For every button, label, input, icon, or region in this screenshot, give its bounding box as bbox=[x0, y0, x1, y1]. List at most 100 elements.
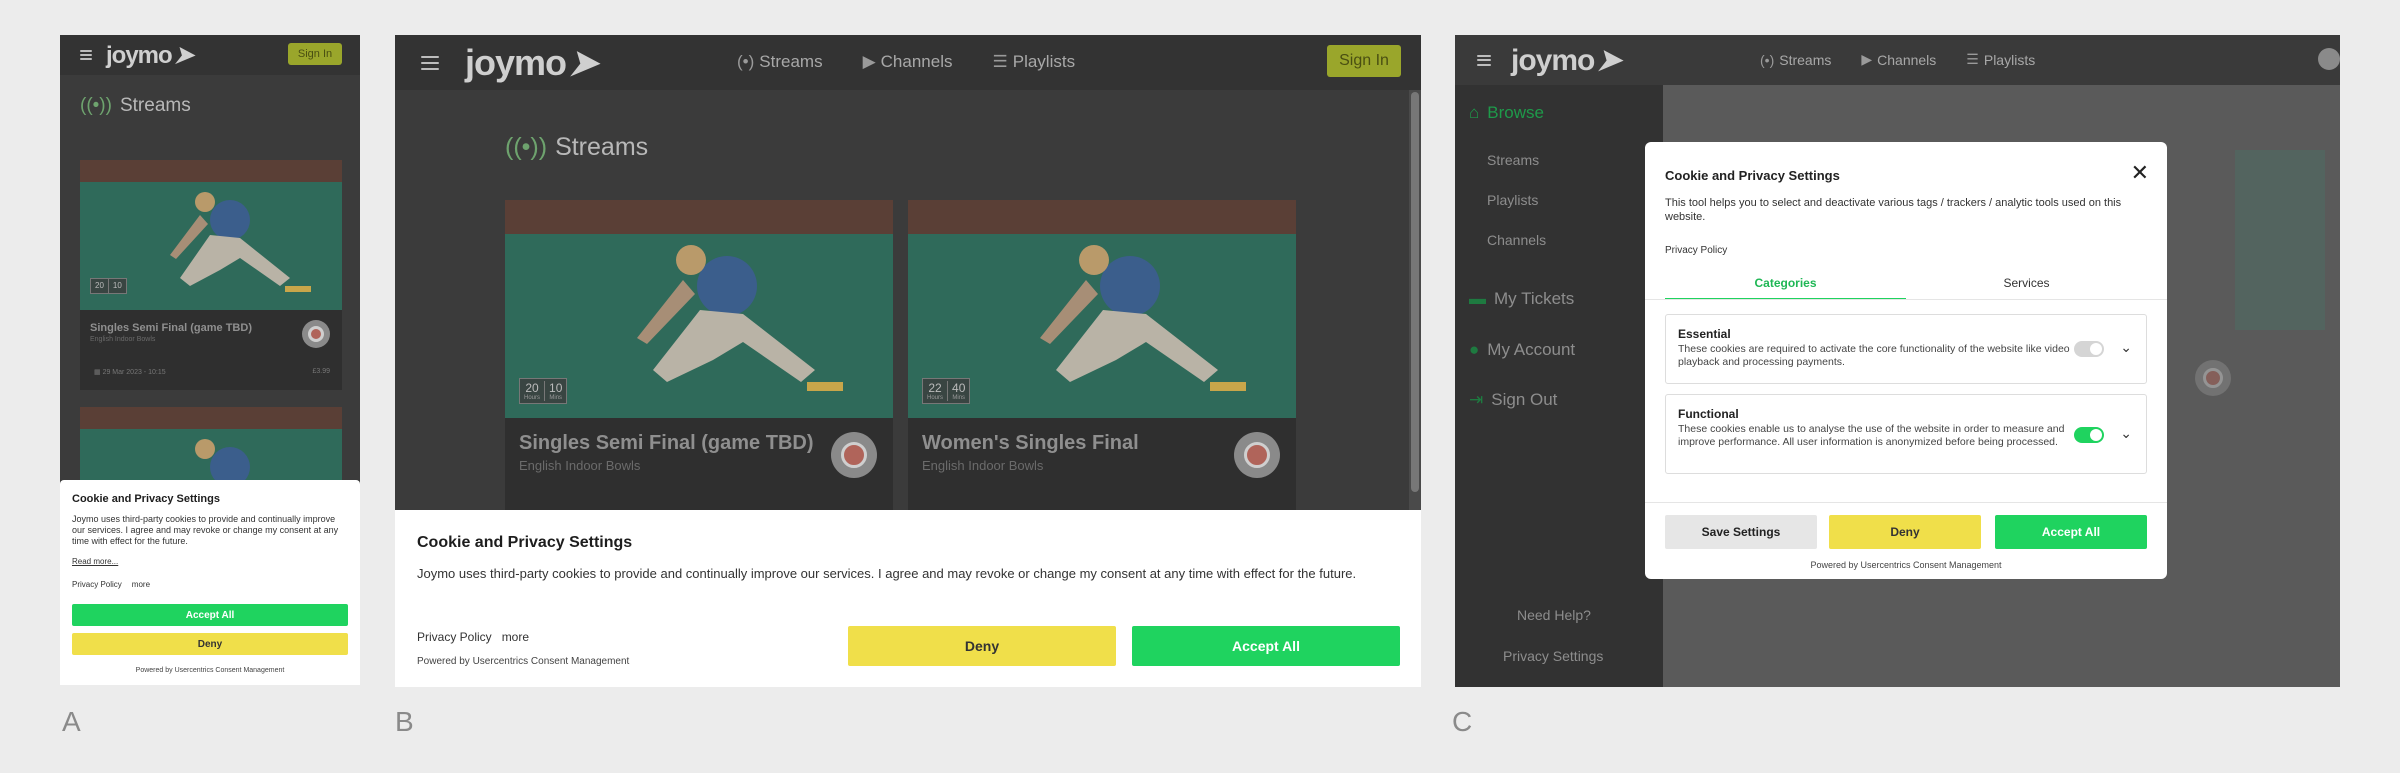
broadcast-icon: ((•)) bbox=[80, 95, 112, 116]
read-more-link[interactable]: Read more... bbox=[72, 557, 118, 566]
ticket-icon: ▬ bbox=[1469, 289, 1486, 308]
powered-by: Powered by Usercentrics Consent Manageme… bbox=[135, 667, 285, 674]
sidebar-streams[interactable]: Streams bbox=[1487, 152, 1539, 168]
deny-button[interactable]: Deny bbox=[1829, 515, 1981, 549]
broadcast-icon: (•) bbox=[737, 52, 755, 71]
cookie-banner: Cookie and Privacy Settings Joymo uses t… bbox=[60, 480, 360, 685]
tab-categories[interactable]: Categories bbox=[1665, 276, 1906, 300]
accept-all-button[interactable]: Accept All bbox=[1995, 515, 2147, 549]
banner-text: Joymo uses third-party cookies to provid… bbox=[72, 514, 339, 546]
card-title: Singles Semi Final (game TBD) bbox=[90, 322, 252, 334]
hamburger-icon[interactable] bbox=[80, 50, 92, 60]
scrollbar[interactable] bbox=[1409, 90, 1421, 545]
person-icon: ● bbox=[1469, 340, 1480, 359]
card-date: ▦ 29 Mar 2023 - 10:15 bbox=[94, 369, 166, 376]
countdown: 20 Hours 10 Mins bbox=[519, 378, 568, 404]
header: joymo➤ Sign In bbox=[60, 35, 360, 75]
panel-b-desktop: joymo➤ (•) Streams ▶ Channels ☰ Playlists S… bbox=[395, 35, 1421, 687]
sidebar-privacy-settings[interactable]: Privacy Settings bbox=[1503, 648, 1603, 664]
essential-text: These cookies are required to activate t… bbox=[1678, 343, 2070, 368]
divider bbox=[1645, 502, 2167, 503]
label-c: C bbox=[1452, 706, 1473, 737]
broadcast-icon: ((•)) bbox=[505, 133, 548, 161]
channel-badge[interactable] bbox=[302, 320, 330, 348]
sidebar-my-tickets[interactable]: ▬ My Tickets bbox=[1469, 289, 1574, 309]
privacy-policy-link[interactable]: Privacy Policy bbox=[417, 630, 492, 644]
logo[interactable]: joymo➤ bbox=[1511, 43, 1622, 78]
banner-title: Cookie and Privacy Settings bbox=[417, 534, 633, 551]
sidebar-playlists[interactable]: Playlists bbox=[1487, 192, 1538, 208]
chevron-down-icon[interactable]: ⌄ bbox=[2120, 425, 2132, 442]
functional-section: Functional These cookies enable us to an… bbox=[1665, 394, 2147, 474]
powered-by: Powered by Usercentrics Consent Manageme… bbox=[1810, 560, 2002, 570]
sign-in-button[interactable]: Sign In bbox=[1327, 45, 1401, 77]
stream-card[interactable]: 20 10 Singles Semi Final (game TBD) Engli… bbox=[80, 160, 342, 390]
sidebar: ⌂ Browse Streams Playlists Channels ▬ My T… bbox=[1455, 85, 1663, 687]
powered-by: Powered by Usercentrics Consent Manageme… bbox=[417, 656, 630, 667]
label-b: B bbox=[395, 706, 414, 737]
chevron-down-icon[interactable]: ⌄ bbox=[2120, 339, 2132, 356]
accept-all-button[interactable]: Accept All bbox=[1132, 626, 1400, 666]
logo[interactable]: joymo➤ bbox=[106, 41, 194, 70]
save-settings-button[interactable]: Save Settings bbox=[1665, 515, 1817, 549]
broadcast-icon: (•) bbox=[1760, 51, 1775, 68]
card-price: £3.99 bbox=[312, 368, 330, 375]
tab-services[interactable]: Services bbox=[1906, 276, 2147, 300]
nav-playlists[interactable]: ☰ Playlists bbox=[992, 52, 1075, 72]
hamburger-icon[interactable] bbox=[421, 55, 439, 70]
nav-streams[interactable]: (•) Streams bbox=[1760, 51, 1831, 68]
user-icon[interactable] bbox=[2318, 48, 2340, 70]
main-nav: (•) Streams ▶ Channels ☰ Playlists bbox=[1760, 51, 2035, 68]
home-icon: ⌂ bbox=[1469, 103, 1480, 122]
accept-all-button[interactable]: Accept All bbox=[72, 604, 348, 626]
functional-title: Functional bbox=[1678, 407, 1739, 421]
sign-in-button[interactable]: Sign In bbox=[288, 43, 342, 65]
sidebar-sign-out[interactable]: ⇥ Sign Out bbox=[1469, 390, 1557, 410]
play-circle-icon: ▶ bbox=[1861, 51, 1873, 67]
nav-playlists[interactable]: ☰ Playlists bbox=[1966, 51, 2035, 68]
card-subtitle: English Indoor Bowls bbox=[922, 458, 1044, 473]
card-title: Singles Semi Final (game TBD) bbox=[519, 432, 814, 454]
stream-card[interactable]: 20 Hours 10 Mins Singles Semi Final (game … bbox=[505, 200, 893, 530]
modal-tabs: Categories Services bbox=[1665, 276, 2147, 300]
functional-toggle[interactable] bbox=[2074, 427, 2104, 443]
more-link[interactable]: more bbox=[502, 630, 529, 644]
channel-badge[interactable] bbox=[831, 432, 877, 478]
close-icon[interactable]: ✕ bbox=[2131, 160, 2149, 186]
channel-badge bbox=[2195, 360, 2231, 396]
sidebar-my-account[interactable]: ● My Account bbox=[1469, 340, 1575, 360]
logo[interactable]: joymo➤ bbox=[465, 42, 598, 84]
banner-title: Cookie and Privacy Settings bbox=[72, 493, 220, 505]
stream-card[interactable]: 22 Hours 40 Mins Women's Singles Final Eng… bbox=[908, 200, 1296, 530]
deny-button[interactable]: Deny bbox=[72, 633, 348, 655]
list-icon: ☰ bbox=[1966, 51, 1979, 67]
panel-a-mobile: joymo➤ Sign In ((•)) Streams 20 10 Singles… bbox=[60, 35, 360, 685]
header: joymo➤ (•) Streams ▶ Channels ☰ Playlists bbox=[1455, 35, 2340, 85]
card-subtitle: English Indoor Bowls bbox=[90, 336, 156, 343]
card-title: Women's Singles Final bbox=[922, 432, 1139, 454]
sidebar-need-help[interactable]: Need Help? bbox=[1517, 607, 1591, 623]
banner-text: Joymo uses third-party cookies to provid… bbox=[417, 566, 1357, 581]
sign-out-icon: ⇥ bbox=[1469, 390, 1484, 409]
essential-toggle bbox=[2074, 341, 2104, 357]
nav-streams[interactable]: (•) Streams bbox=[737, 52, 823, 72]
nav-channels[interactable]: ▶ Channels bbox=[863, 52, 953, 72]
privacy-policy-link[interactable]: Privacy Policy bbox=[72, 580, 122, 589]
essential-title: Essential bbox=[1678, 327, 1731, 341]
channel-badge[interactable] bbox=[1234, 432, 1280, 478]
more-link[interactable]: more bbox=[132, 580, 150, 589]
deny-button[interactable]: Deny bbox=[848, 626, 1116, 666]
list-icon: ☰ bbox=[992, 52, 1008, 71]
streams-title: ((•)) Streams bbox=[505, 133, 649, 161]
countdown: 20 10 bbox=[90, 278, 127, 294]
sidebar-browse[interactable]: ⌂ Browse bbox=[1469, 103, 1544, 123]
functional-text: These cookies enable us to analyse the u… bbox=[1678, 423, 2065, 448]
header: joymo➤ (•) Streams ▶ Channels ☰ Playlists S… bbox=[395, 35, 1421, 90]
essential-section: Essential These cookies are required to … bbox=[1665, 314, 2147, 384]
nav-channels[interactable]: ▶ Channels bbox=[1861, 51, 1936, 68]
hamburger-icon[interactable] bbox=[1477, 54, 1491, 66]
play-circle-icon: ▶ bbox=[862, 52, 876, 71]
countdown: 22 Hours 40 Mins bbox=[922, 378, 971, 404]
sidebar-channels[interactable]: Channels bbox=[1487, 232, 1546, 248]
privacy-policy-link[interactable]: Privacy Policy bbox=[1665, 245, 1727, 256]
